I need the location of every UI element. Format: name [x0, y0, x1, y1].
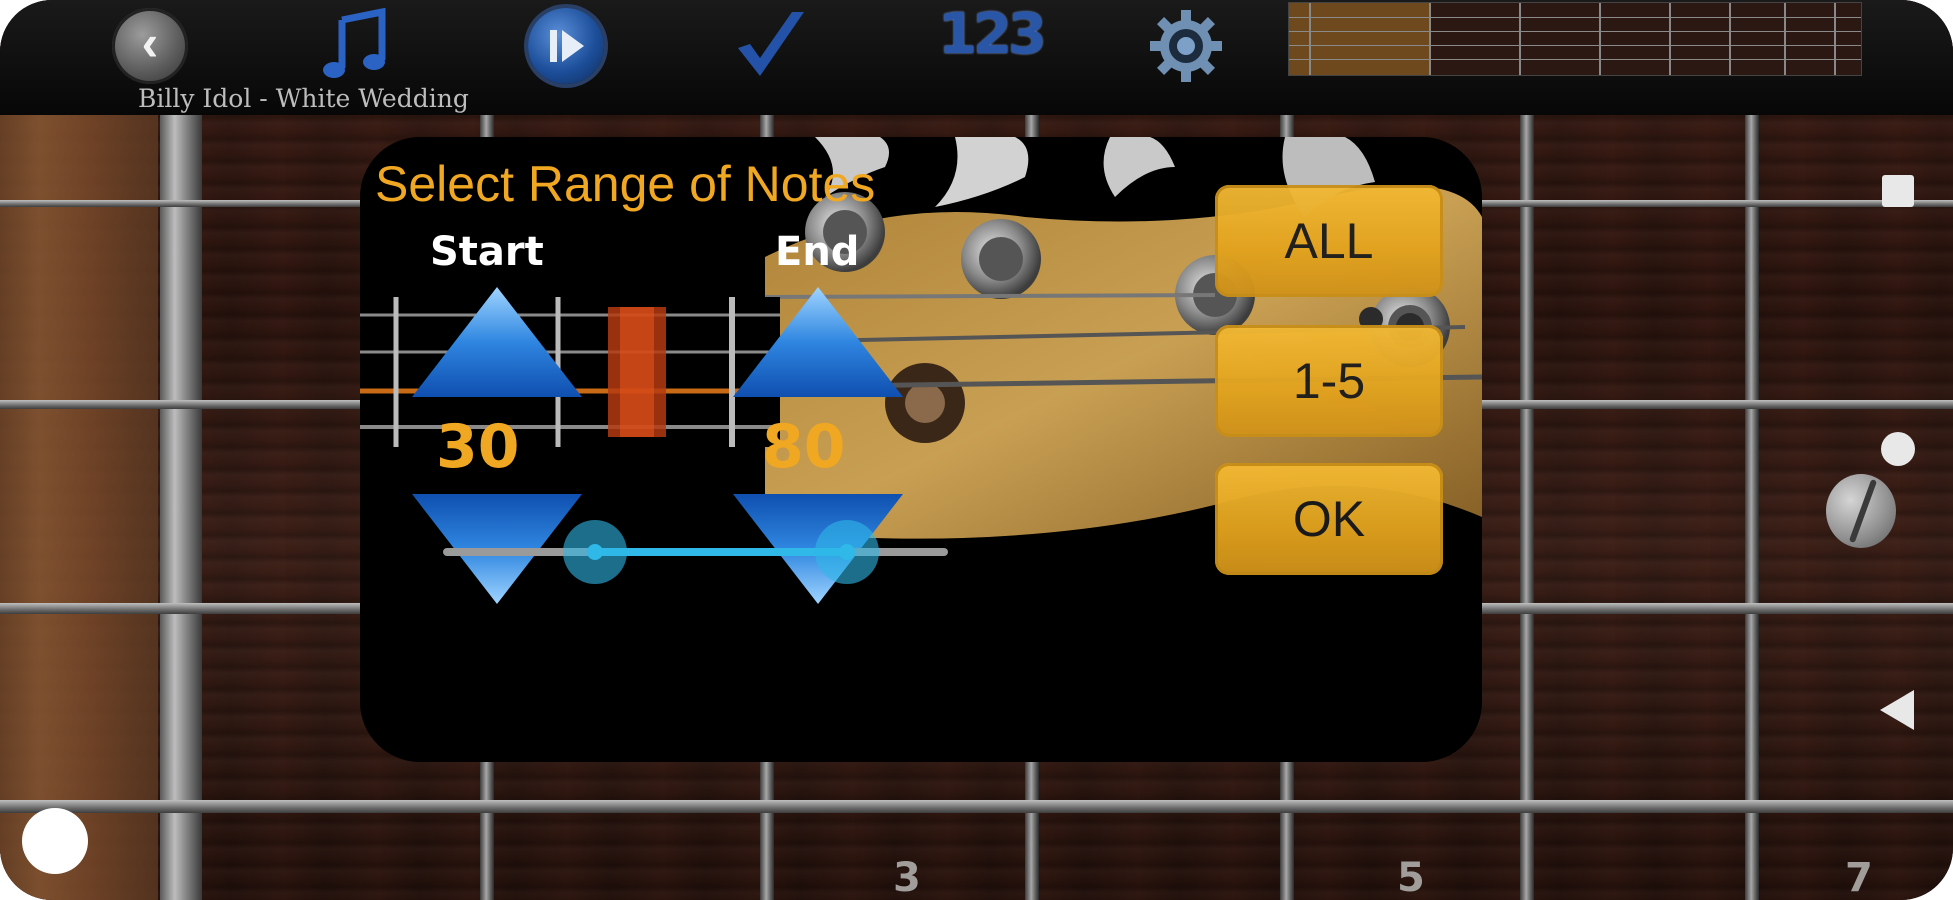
nut — [160, 115, 202, 900]
numbers-button[interactable]: 123 — [938, 2, 1047, 78]
back-nav-button[interactable] — [1880, 690, 1914, 730]
home-nav-button[interactable] — [1881, 432, 1915, 466]
check-icon — [738, 12, 804, 76]
start-label: Start — [430, 229, 544, 275]
arrow-up-icon — [733, 287, 903, 397]
song-title: Billy Idol - White Wedding — [138, 84, 469, 113]
minimap-fret — [1519, 3, 1521, 75]
floating-action-button[interactable] — [1826, 474, 1896, 548]
app-screen: 3 5 7 ‹ 123 Billy Idol - White Wedding S… — [0, 0, 1953, 900]
ok-button[interactable]: OK — [1215, 463, 1443, 575]
start-value: 30 — [436, 412, 520, 482]
end-label: End — [775, 229, 860, 275]
minimap-fret — [1784, 3, 1786, 75]
check-button[interactable] — [732, 8, 808, 84]
select-range-dialog: Select Range of Notes Start End 30 80 AL… — [360, 137, 1482, 762]
end-value: 80 — [762, 412, 846, 482]
end-increment-button[interactable] — [733, 287, 903, 397]
range-slider-start-thumb[interactable] — [562, 520, 627, 584]
fret-number: 3 — [893, 855, 921, 900]
music-note-icon — [323, 7, 386, 78]
headstock-edge — [0, 115, 158, 900]
range-slider[interactable] — [443, 512, 948, 592]
fret — [1520, 115, 1534, 900]
all-button[interactable]: ALL — [1215, 185, 1443, 297]
fret-number: 5 — [1397, 855, 1425, 900]
minimap-fret — [1599, 3, 1601, 75]
fretboard-minimap[interactable] — [1288, 2, 1862, 76]
minimap-fret — [1729, 3, 1731, 75]
song-select-button[interactable] — [318, 7, 394, 84]
minimap-fret — [1669, 3, 1671, 75]
minimap-fret — [1309, 3, 1311, 75]
dialog-title: Select Range of Notes — [375, 156, 876, 212]
back-button[interactable]: ‹ — [112, 8, 188, 84]
one-to-five-button[interactable]: 1-5 — [1215, 325, 1443, 437]
range-slider-end-thumb[interactable] — [815, 520, 879, 584]
minimap-string — [1289, 31, 1861, 32]
fret — [1745, 115, 1759, 900]
play-button[interactable] — [528, 8, 604, 84]
position-dot — [22, 808, 88, 874]
arrow-up-icon — [412, 287, 582, 397]
minimap-fret — [1834, 3, 1836, 75]
play-icon — [550, 30, 584, 62]
start-increment-button[interactable] — [412, 287, 582, 397]
fret-number: 7 — [1845, 855, 1873, 900]
range-slider-selection — [594, 548, 847, 556]
minimap-fret — [1429, 3, 1431, 75]
minimap-string — [1289, 45, 1861, 46]
recents-nav-button[interactable] — [1882, 175, 1914, 207]
back-icon: ‹ — [141, 15, 159, 71]
settings-button[interactable] — [1148, 8, 1224, 84]
numbers-icon: 123 — [938, 2, 1047, 67]
string[interactable] — [0, 800, 1953, 813]
minimap-string — [1289, 59, 1861, 60]
top-toolbar: ‹ 123 Billy Idol - White Wedding — [0, 0, 1953, 115]
gear-icon — [1150, 10, 1222, 82]
minimap-string — [1289, 17, 1861, 18]
